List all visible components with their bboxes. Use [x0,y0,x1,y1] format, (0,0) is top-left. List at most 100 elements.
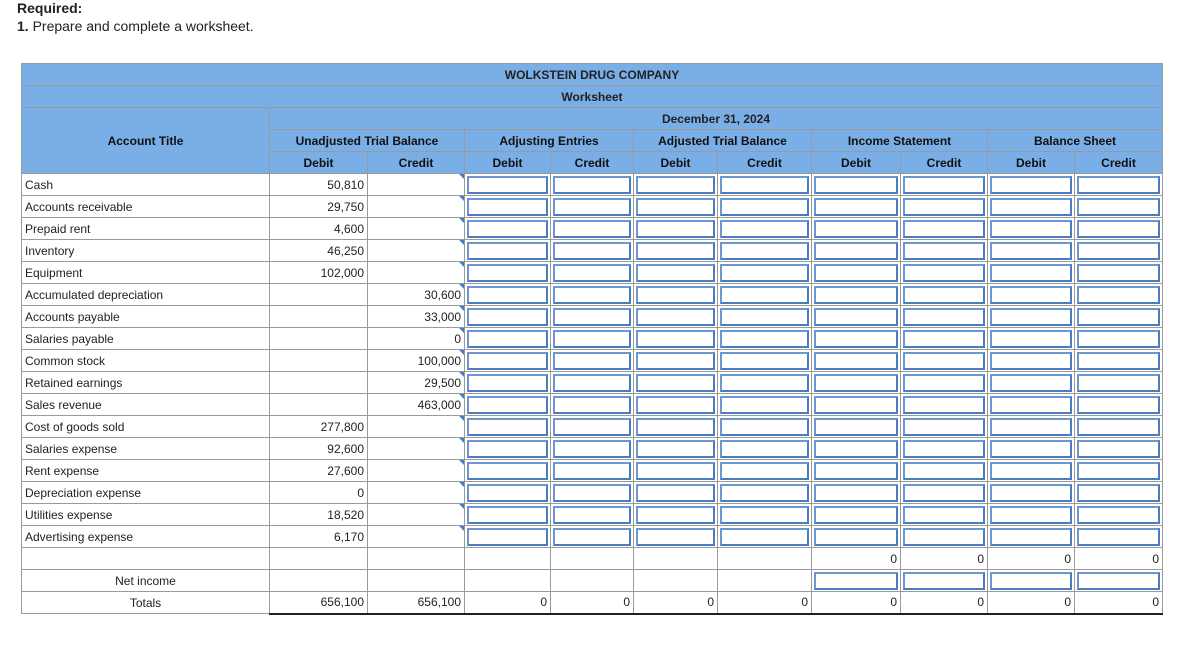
adjusted-debit-input[interactable] [636,351,715,370]
balance-debit-input[interactable] [990,285,1072,304]
balance-credit-input[interactable] [1077,351,1160,370]
balance-credit-input[interactable] [1077,505,1160,524]
income-credit-input[interactable] [903,417,985,436]
adjusting-credit-input[interactable] [553,527,631,546]
income-debit-input[interactable] [814,263,898,282]
adjusted-debit-input[interactable] [636,219,715,238]
income-debit-input[interactable] [814,329,898,348]
income-debit-input[interactable] [814,241,898,260]
adjusting-credit-input[interactable] [553,307,631,326]
adjusted-credit-input[interactable] [720,329,809,348]
adjusted-credit-input[interactable] [720,351,809,370]
adjusted-credit-input[interactable] [720,483,809,502]
net-income-balance-debit-input[interactable] [990,571,1072,590]
adjusting-debit-input[interactable] [467,527,548,546]
adjusting-debit-input[interactable] [467,175,548,194]
balance-debit-input[interactable] [990,241,1072,260]
balance-debit-input[interactable] [990,373,1072,392]
income-credit-input[interactable] [903,241,985,260]
income-debit-input[interactable] [814,483,898,502]
adjusting-debit-input[interactable] [467,417,548,436]
income-credit-input[interactable] [903,527,985,546]
adjusted-debit-input[interactable] [636,329,715,348]
adjusted-credit-input[interactable] [720,439,809,458]
balance-credit-input[interactable] [1077,263,1160,282]
adjusted-debit-input[interactable] [636,175,715,194]
balance-debit-input[interactable] [990,351,1072,370]
adjusting-credit-input[interactable] [553,439,631,458]
income-debit-input[interactable] [814,219,898,238]
balance-debit-input[interactable] [990,483,1072,502]
balance-debit-input[interactable] [990,307,1072,326]
adjusting-credit-input[interactable] [553,241,631,260]
balance-debit-input[interactable] [990,417,1072,436]
income-debit-input[interactable] [814,373,898,392]
adjusting-debit-input[interactable] [467,483,548,502]
adjusted-debit-input[interactable] [636,417,715,436]
adjusting-debit-input[interactable] [467,395,548,414]
income-credit-input[interactable] [903,263,985,282]
balance-credit-input[interactable] [1077,241,1160,260]
adjusting-debit-input[interactable] [467,241,548,260]
income-credit-input[interactable] [903,483,985,502]
adjusting-debit-input[interactable] [467,219,548,238]
income-credit-input[interactable] [903,395,985,414]
adjusting-credit-input[interactable] [553,461,631,480]
adjusted-credit-input[interactable] [720,219,809,238]
adjusting-credit-input[interactable] [553,329,631,348]
adjusting-credit-input[interactable] [553,373,631,392]
income-credit-input[interactable] [903,373,985,392]
income-credit-input[interactable] [903,351,985,370]
balance-debit-input[interactable] [990,505,1072,524]
balance-credit-input[interactable] [1077,417,1160,436]
balance-debit-input[interactable] [990,395,1072,414]
adjusted-credit-input[interactable] [720,263,809,282]
adjusting-credit-input[interactable] [553,197,631,216]
adjusting-credit-input[interactable] [553,417,631,436]
income-debit-input[interactable] [814,307,898,326]
balance-debit-input[interactable] [990,263,1072,282]
income-credit-input[interactable] [903,439,985,458]
adjusted-debit-input[interactable] [636,241,715,260]
adjusted-debit-input[interactable] [636,395,715,414]
balance-credit-input[interactable] [1077,461,1160,480]
income-debit-input[interactable] [814,417,898,436]
income-credit-input[interactable] [903,175,985,194]
income-debit-input[interactable] [814,527,898,546]
adjusting-debit-input[interactable] [467,439,548,458]
balance-credit-input[interactable] [1077,527,1160,546]
adjusted-debit-input[interactable] [636,505,715,524]
adjusted-debit-input[interactable] [636,483,715,502]
balance-debit-input[interactable] [990,175,1072,194]
balance-credit-input[interactable] [1077,219,1160,238]
balance-credit-input[interactable] [1077,439,1160,458]
adjusted-credit-input[interactable] [720,197,809,216]
balance-debit-input[interactable] [990,219,1072,238]
adjusted-credit-input[interactable] [720,175,809,194]
adjusted-credit-input[interactable] [720,373,809,392]
income-credit-input[interactable] [903,461,985,480]
balance-credit-input[interactable] [1077,175,1160,194]
income-credit-input[interactable] [903,307,985,326]
adjusted-debit-input[interactable] [636,263,715,282]
adjusted-credit-input[interactable] [720,307,809,326]
adjusting-credit-input[interactable] [553,505,631,524]
balance-credit-input[interactable] [1077,329,1160,348]
adjusting-debit-input[interactable] [467,373,548,392]
balance-debit-input[interactable] [990,329,1072,348]
adjusted-debit-input[interactable] [636,373,715,392]
adjusting-credit-input[interactable] [553,219,631,238]
adjusting-credit-input[interactable] [553,285,631,304]
balance-debit-input[interactable] [990,439,1072,458]
income-credit-input[interactable] [903,219,985,238]
balance-credit-input[interactable] [1077,307,1160,326]
adjusted-credit-input[interactable] [720,241,809,260]
adjusted-credit-input[interactable] [720,461,809,480]
net-income-balance-credit-input[interactable] [1077,571,1160,590]
balance-debit-input[interactable] [990,527,1072,546]
adjusting-credit-input[interactable] [553,395,631,414]
net-income-income-debit-input[interactable] [814,571,898,590]
adjusted-debit-input[interactable] [636,307,715,326]
adjusted-debit-input[interactable] [636,527,715,546]
adjusting-debit-input[interactable] [467,461,548,480]
